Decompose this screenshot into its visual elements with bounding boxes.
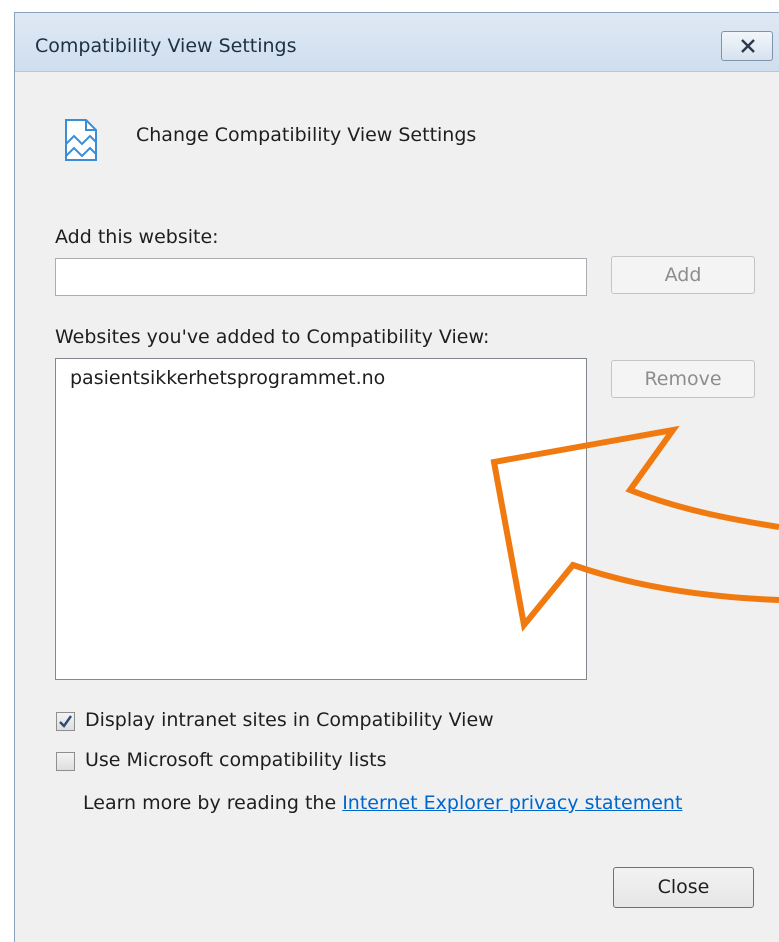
compatibility-view-dialog: Compatibility View Settings Change Compa… xyxy=(14,12,779,942)
close-icon xyxy=(741,39,755,53)
add-website-input[interactable] xyxy=(55,258,587,296)
intranet-checkbox[interactable] xyxy=(56,712,75,731)
ms-lists-checkbox[interactable] xyxy=(56,752,75,771)
title-bar[interactable]: Compatibility View Settings xyxy=(15,13,779,71)
checkmark-icon xyxy=(59,715,72,728)
compatibility-view-icon xyxy=(65,119,97,161)
ms-lists-checkbox-label[interactable]: Use Microsoft compatibility lists xyxy=(85,749,387,771)
websites-list[interactable]: pasientsikkerhetsprogrammet.no xyxy=(55,358,587,680)
learn-more-text: Learn more by reading the Internet Explo… xyxy=(83,792,682,814)
dialog-body: Change Compatibility View Settings Add t… xyxy=(15,71,779,942)
intranet-checkbox-label[interactable]: Display intranet sites in Compatibility … xyxy=(85,709,494,731)
add-button[interactable]: Add xyxy=(611,256,755,294)
learn-more-prefix: Learn more by reading the xyxy=(83,792,337,814)
window-close-button[interactable] xyxy=(721,31,773,61)
close-button[interactable]: Close xyxy=(613,867,754,908)
remove-button[interactable]: Remove xyxy=(611,360,755,398)
add-website-label: Add this website: xyxy=(55,226,219,248)
list-item[interactable]: pasientsikkerhetsprogrammet.no xyxy=(70,367,385,389)
privacy-statement-link[interactable]: Internet Explorer privacy statement xyxy=(342,792,682,814)
dialog-heading: Change Compatibility View Settings xyxy=(136,124,477,146)
websites-list-label: Websites you've added to Compatibility V… xyxy=(55,326,490,348)
window-title: Compatibility View Settings xyxy=(35,35,297,57)
